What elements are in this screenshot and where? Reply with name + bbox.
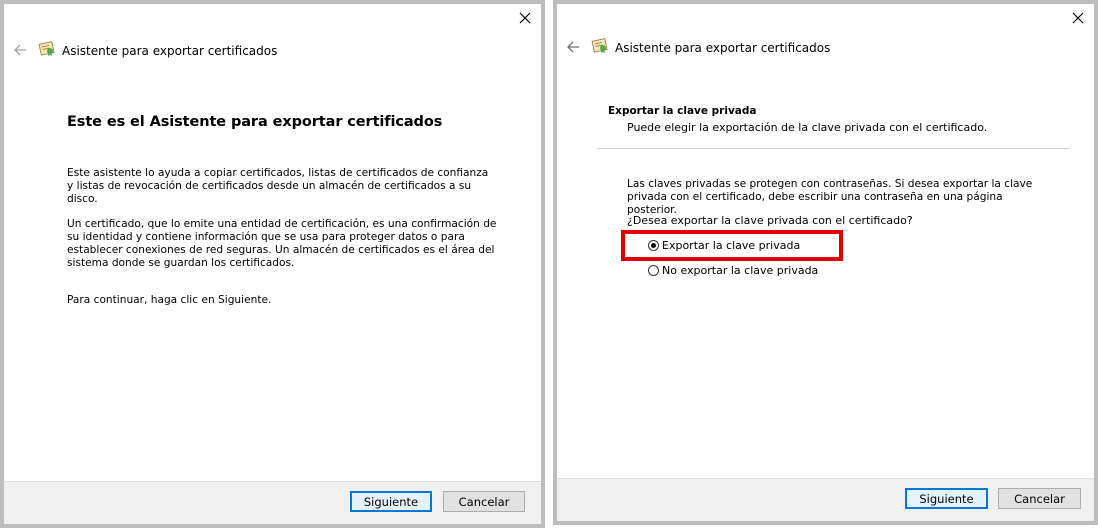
radio-label: Exportar la clave privada — [662, 239, 801, 252]
back-arrow-icon[interactable] — [12, 42, 28, 58]
radio-no-export-private-key[interactable]: No exportar la clave privada — [648, 264, 818, 277]
close-icon[interactable] — [1070, 10, 1086, 26]
next-button[interactable]: Siguiente — [350, 491, 432, 512]
back-arrow-icon[interactable] — [565, 39, 581, 55]
radio-export-private-key[interactable]: Exportar la clave privada — [648, 239, 800, 252]
divider — [597, 148, 1069, 149]
wizard-window-welcome: Asistente para exportar certificados Est… — [0, 0, 545, 528]
wizard-title: Asistente para exportar certificados — [615, 41, 831, 55]
description-paragraph: Un certificado, que lo emite una entidad… — [67, 218, 497, 269]
next-button[interactable]: Siguiente — [905, 488, 988, 509]
radio-button-unselected[interactable] — [648, 265, 659, 276]
section-title: Exportar la clave privada — [608, 105, 757, 117]
close-icon[interactable] — [517, 10, 533, 26]
wizard-footer: Siguiente Cancelar — [4, 481, 541, 524]
certificate-icon — [38, 41, 55, 56]
wizard-window-private-key: Asistente para exportar certificados Exp… — [553, 0, 1098, 525]
cancel-button[interactable]: Cancelar — [998, 488, 1081, 509]
continue-instruction: Para continuar, haga clic en Siguiente. — [67, 294, 272, 306]
cancel-button[interactable]: Cancelar — [443, 491, 525, 512]
certificate-icon — [591, 38, 608, 53]
intro-paragraph: Este asistente lo ayuda a copiar certifi… — [67, 167, 489, 205]
section-description: Puede elegir la exportación de la clave … — [627, 121, 988, 134]
wizard-title: Asistente para exportar certificados — [62, 44, 278, 58]
export-question: ¿Desea exportar la clave privada con el … — [627, 214, 913, 227]
radio-button-selected[interactable] — [648, 240, 659, 251]
wizard-footer: Siguiente Cancelar — [557, 478, 1094, 521]
info-paragraph: Las claves privadas se protegen con cont… — [627, 178, 1033, 216]
radio-label: No exportar la clave privada — [662, 264, 819, 277]
page-heading: Este es el Asistente para exportar certi… — [67, 114, 443, 130]
